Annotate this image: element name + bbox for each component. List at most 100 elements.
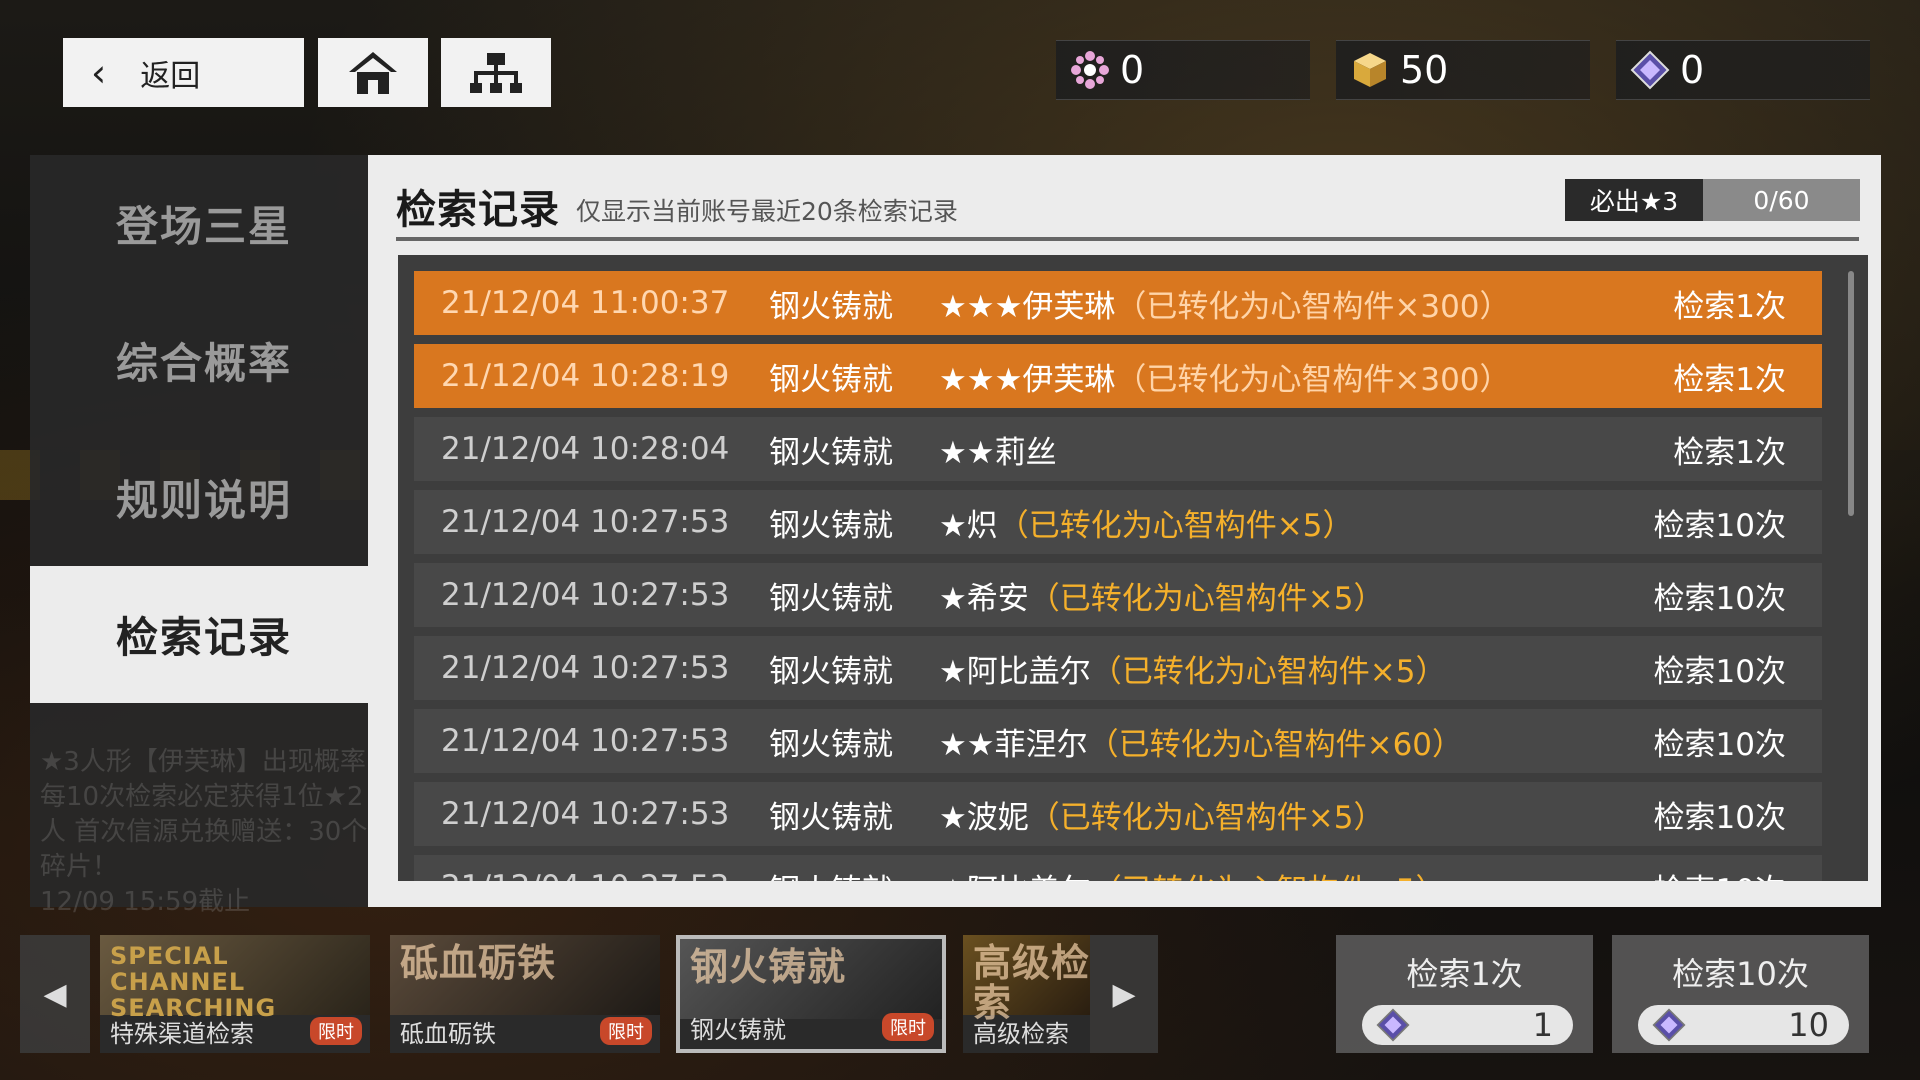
record-time: 21/12/04 10:28:04 (441, 431, 730, 467)
record-conversion: （已转化为心智构件×300） (1115, 361, 1511, 398)
record-character: ★★莉丝 (939, 434, 1057, 471)
diamond-icon (1652, 1008, 1686, 1042)
records-panel: 检索记录 仅显示当前账号最近20条检索记录 必出★3 0/60 21/12/04… (368, 155, 1881, 907)
diamond-icon (1376, 1008, 1410, 1042)
record-row: 21/12/04 10:27:53 钢火铸就 ★炽（已转化为心智构件×5） 检索10次 (414, 490, 1822, 554)
record-time: 21/12/04 10:27:53 (441, 577, 730, 613)
pull-ten-label: 检索10次 (1672, 955, 1809, 993)
record-result: ★★菲涅尔（已转化为心智构件×60） (939, 719, 1463, 764)
guarantee-label: 必出★3 (1565, 179, 1703, 221)
banner-art-title: 砥血砺铁 (400, 941, 557, 985)
record-character: ★阿比盖尔 (939, 873, 1091, 882)
record-count: 检索1次 (1673, 361, 1786, 398)
record-character: ★炽 (939, 507, 998, 544)
back-label: 返回 (140, 58, 201, 94)
record-count: 检索10次 (1653, 507, 1786, 544)
menu-item-probability[interactable]: 综合概率 (30, 292, 368, 429)
record-pool: 钢火铸就 (769, 434, 893, 471)
record-row: 21/12/04 10:28:04 钢火铸就 ★★莉丝 检索1次 (414, 417, 1822, 481)
pull-once-cost-value: 1 (1532, 1006, 1553, 1044)
currency-value: 0 (1120, 48, 1145, 92)
pull-once-button[interactable]: 检索1次 1 (1336, 935, 1593, 1053)
record-result: ★阿比盖尔（已转化为心智构件×5） (939, 865, 1447, 882)
panel-title: 检索记录 (396, 187, 560, 233)
record-result: ★★莉丝 (939, 427, 1057, 472)
scrollbar[interactable] (1848, 271, 1854, 516)
banner-label: 特殊渠道检索 (110, 1020, 254, 1048)
record-result: ★炽（已转化为心智构件×5） (939, 500, 1354, 545)
record-pool: 钢火铸就 (769, 653, 893, 690)
record-character: ★★菲涅尔 (939, 726, 1088, 763)
network-icon (470, 52, 522, 93)
limited-badge: 限时 (310, 1017, 362, 1045)
banner-art-title: 钢火铸就 (690, 945, 847, 989)
diamond-icon (1630, 50, 1670, 90)
cube-icon (1354, 53, 1386, 87)
currency-value: 0 (1680, 48, 1705, 92)
record-conversion: （已转化为心智构件×5） (1028, 580, 1385, 617)
record-pool: 钢火铸就 (769, 507, 893, 544)
panel-subtitle: 仅显示当前账号最近20条检索记录 (576, 197, 958, 226)
pull-once-label: 检索1次 (1406, 955, 1523, 993)
banner-1[interactable]: 砥血砺铁 砥血砺铁 限时 (390, 935, 660, 1053)
limited-badge: 限时 (882, 1013, 934, 1041)
menu-item-three-star[interactable]: 登场三星 (30, 155, 368, 292)
chevron-right-icon: ▶ (1112, 976, 1136, 1012)
records-list[interactable]: 21/12/04 11:00:37 钢火铸就 ★★★伊芙琳（已转化为心智构件×300… (398, 255, 1868, 881)
banner-prev-button[interactable]: ◀ (20, 935, 90, 1053)
record-conversion: （已转化为心智构件×60） (1087, 726, 1464, 763)
banner-art: 砥血砺铁 (390, 935, 660, 1015)
banner-art: 钢火铸就 (680, 939, 942, 1019)
record-time: 21/12/04 10:27:53 (441, 723, 730, 759)
banner-0[interactable]: SPECIAL CHANNEL SEARCHING 特殊渠道检索 限时 (100, 935, 370, 1053)
record-count: 检索10次 (1653, 580, 1786, 617)
chevron-left-icon: ‹ (91, 50, 107, 95)
currency-cube: 50 (1336, 40, 1590, 100)
pull-ten-cost-value: 10 (1788, 1006, 1829, 1044)
record-character: ★希安 (939, 580, 1029, 617)
banner-next-button[interactable]: ▶ (1090, 935, 1158, 1053)
record-row: 21/12/04 10:27:53 钢火铸就 ★阿比盖尔（已转化为心智构件×5） 检索… (414, 855, 1822, 881)
record-count: 检索10次 (1653, 653, 1786, 690)
record-time: 21/12/04 10:27:53 (441, 650, 730, 686)
record-character: ★★★伊芙琳 (939, 361, 1116, 398)
pull-once-cost: 1 (1362, 1005, 1573, 1045)
divider (396, 237, 1859, 241)
record-result: ★波妮（已转化为心智构件×5） (939, 792, 1385, 837)
banner-label: 高级检索 (973, 1020, 1069, 1048)
menu-item-records[interactable]: 检索记录 (30, 566, 368, 703)
background-info-body: ★3人形【伊芙琳】出现概率 每10次检索必定获得1位★2人 首次信源兑换赠送：3… (40, 747, 368, 882)
record-time: 21/12/04 10:27:53 (441, 504, 730, 540)
banner-label: 砥血砺铁 (400, 1020, 496, 1048)
record-conversion: （已转化为心智构件×300） (1115, 288, 1511, 325)
record-count: 检索10次 (1653, 799, 1786, 836)
banner-art: 高级检索 (963, 935, 1090, 1023)
record-row: 21/12/04 10:27:53 钢火铸就 ★★菲涅尔（已转化为心智构件×60） 检… (414, 709, 1822, 773)
back-button[interactable]: ‹ 返回 (63, 38, 304, 107)
network-button[interactable] (441, 38, 551, 107)
currency-diamond: 0 (1616, 40, 1870, 100)
record-pool: 钢火铸就 (769, 361, 893, 398)
background-deadline: 12/09 15:59截止 (40, 887, 251, 917)
home-icon (349, 51, 397, 94)
currency-snowflake: 0 (1056, 40, 1310, 100)
record-count: 检索10次 (1654, 865, 1786, 882)
banner-art: SPECIAL CHANNEL SEARCHING (100, 935, 370, 1021)
limited-badge: 限时 (600, 1017, 652, 1045)
record-conversion: （已转化为心智构件×5） (1090, 653, 1447, 690)
record-result: ★阿比盖尔（已转化为心智构件×5） (939, 646, 1447, 691)
home-button[interactable] (318, 38, 428, 107)
guarantee-value: 0/60 (1703, 179, 1860, 221)
banner-2[interactable]: 钢火铸就 钢火铸就 限时 (676, 935, 946, 1053)
record-result: ★★★伊芙琳（已转化为心智构件×300） (939, 281, 1511, 326)
banner-art-title: SPECIAL CHANNEL SEARCHING (110, 942, 277, 1022)
record-count: 检索1次 (1673, 434, 1786, 471)
record-pool: 钢火铸就 (769, 580, 893, 617)
pull-ten-button[interactable]: 检索10次 10 (1612, 935, 1869, 1053)
background-info-text: ★3人形【伊芙琳】出现概率 每10次检索必定获得1位★2人 首次信源兑换赠送：3… (40, 745, 370, 920)
record-time: 21/12/04 10:28:19 (441, 358, 730, 394)
record-time: 21/12/04 11:00:37 (441, 285, 730, 321)
record-pool: 钢火铸就 (769, 726, 893, 763)
banner-3[interactable]: 高级检索 高级检索 (963, 935, 1090, 1053)
menu-item-rules[interactable]: 规则说明 (30, 429, 368, 566)
